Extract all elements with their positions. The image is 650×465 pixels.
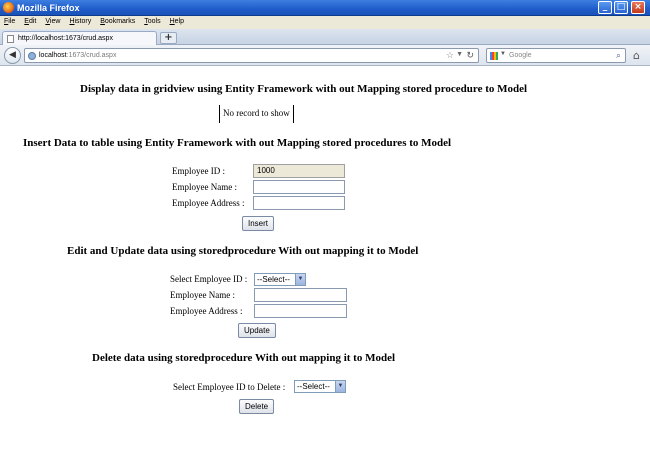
menu-tools[interactable]: Tools [140,16,165,25]
search-engine-dropdown-icon[interactable]: ▼ [500,51,506,57]
window-title-bar: Mozilla Firefox _ □ × [0,0,650,16]
edit-select-value: --Select-- [257,275,290,284]
gridview-empty: No record to show [219,105,294,123]
menu-file[interactable]: File [0,16,20,25]
new-tab-button[interactable]: + [160,32,177,44]
reload-icon[interactable]: ↻ [466,50,474,61]
delete-employee-select[interactable]: --Select-- ▼ [294,380,346,393]
search-bar[interactable]: ▼ Google ⌕ [486,48,626,63]
insert-emp-name-label: Employee Name : [172,182,237,192]
edit-emp-address-field[interactable] [254,304,347,318]
page-icon [7,35,14,43]
chevron-down-icon: ▼ [295,274,305,285]
insert-emp-name-field[interactable] [253,180,345,194]
close-window-button[interactable]: × [631,1,645,14]
edit-employee-select[interactable]: --Select-- ▼ [254,273,306,286]
insert-emp-address-field[interactable] [253,196,345,210]
maximize-button[interactable]: □ [614,1,628,14]
display-heading: Display data in gridview using Entity Fr… [80,83,528,95]
google-icon[interactable] [490,52,498,60]
page-content: Display data in gridview using Entity Fr… [0,67,650,465]
insert-emp-address-label: Employee Address : [172,198,245,208]
home-icon[interactable]: ⌂ [633,49,640,62]
edit-select-label: Select Employee ID : [170,274,248,284]
edit-heading: Edit and Update data using storedprocedu… [67,245,419,257]
delete-heading: Delete data using storedprocedure With o… [92,352,396,364]
url-text: localhost:1673/crud.aspx [39,52,117,59]
delete-button[interactable]: Delete [239,399,275,414]
menu-view[interactable]: View [41,16,65,25]
firefox-logo-icon [3,2,14,13]
menu-bookmarks[interactable]: Bookmarks [96,16,140,25]
menu-bar: File Edit View History Bookmarks Tools Help [0,16,650,29]
navigation-bar: ◀ localhost:1673/crud.aspx ☆ ▼ ↻ ▼ Googl… [0,45,650,66]
menu-edit[interactable]: Edit [20,16,41,25]
insert-heading: Insert Data to table using Entity Framew… [23,137,452,149]
address-bar[interactable]: localhost:1673/crud.aspx ☆ ▼ ↻ [24,48,479,63]
insert-emp-id-label: Employee ID : [172,166,225,176]
delete-select-value: --Select-- [297,382,330,391]
insert-button[interactable]: Insert [242,216,275,231]
search-icon[interactable]: ⌕ [616,50,621,61]
menu-history[interactable]: History [65,16,96,25]
window-title: Mozilla Firefox [17,3,80,13]
chevron-down-icon: ▼ [335,381,345,392]
browser-tab[interactable]: http://localhost:1673/crud.aspx [2,31,157,45]
update-button[interactable]: Update [238,323,276,338]
insert-emp-id-field: 1000 [253,164,345,178]
url-dropdown-icon[interactable]: ▼ [456,51,463,58]
menu-help[interactable]: Help [166,16,189,25]
globe-icon [28,52,36,60]
edit-emp-name-field[interactable] [254,288,347,302]
bookmark-star-icon[interactable]: ☆ [446,50,454,61]
delete-select-label: Select Employee ID to Delete : [173,382,286,392]
edit-emp-name-label: Employee Name : [170,290,235,300]
tab-strip: http://localhost:1673/crud.aspx + [0,29,650,45]
back-arrow-icon[interactable]: ◀ [4,47,21,64]
search-placeholder: Google [509,52,532,59]
edit-emp-address-label: Employee Address : [170,306,243,316]
minimize-button[interactable]: _ [598,1,612,14]
tab-label: http://localhost:1673/crud.aspx [18,35,113,42]
